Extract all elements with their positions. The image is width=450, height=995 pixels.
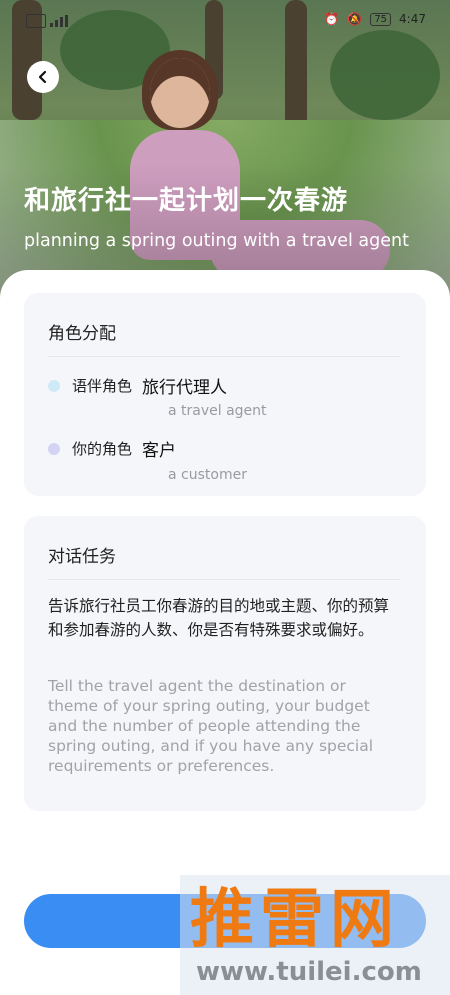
page-subtitle: planning a spring outing with a travel a… [24,231,409,251]
sim-icon [26,14,46,28]
partner-role-dot [48,379,60,392]
task-card: 对话任务 告诉旅行社员工你春游的目的地或主题、你的预算和参加春游的人数、你是否有… [24,516,426,811]
hero-overlay [0,0,450,300]
divider [48,579,400,580]
page-title: 和旅行社一起计划一次春游 [24,186,349,216]
battery-icon: 75 [370,12,392,26]
chevron-left-icon [38,70,47,84]
user-role-label: 你的角色 [72,440,133,458]
task-text-cn: 告诉旅行社员工你春游的目的地或主题、你的预算和参加春游的人数、你是否有特殊要求或… [48,597,390,639]
hero-image [0,0,450,300]
roles-card: 角色分配 语伴角色 旅行代理人 a travel agent 你的角色 客户 a… [24,293,426,496]
user-role-row: 你的角色 客户 [48,436,176,461]
partner-role-en: a travel agent [168,403,267,419]
partner-role-row: 语伴角色 旅行代理人 [48,373,227,398]
user-role-en: a customer [168,467,247,483]
roles-card-title: 角色分配 [48,324,116,344]
partner-role-label: 语伴角色 [72,377,133,395]
status-bar: ⏰ 🔕 75 4:47 [0,0,450,40]
task-text-en: Tell the travel agent the destination or… [48,677,374,775]
clock: 4:47 [399,12,426,26]
mute-icon: 🔕 [347,12,363,26]
user-role-dot [48,442,60,455]
signal-icon [50,15,68,27]
back-button[interactable] [27,61,59,93]
task-card-title: 对话任务 [48,547,116,567]
watermark-url: www.tuilei.com [196,957,422,987]
user-role-value: 客户 [142,441,177,461]
watermark-logo: 推雷网 [190,883,400,957]
partner-role-value: 旅行代理人 [142,378,228,398]
alarm-icon: ⏰ [324,12,340,26]
divider [48,356,400,357]
